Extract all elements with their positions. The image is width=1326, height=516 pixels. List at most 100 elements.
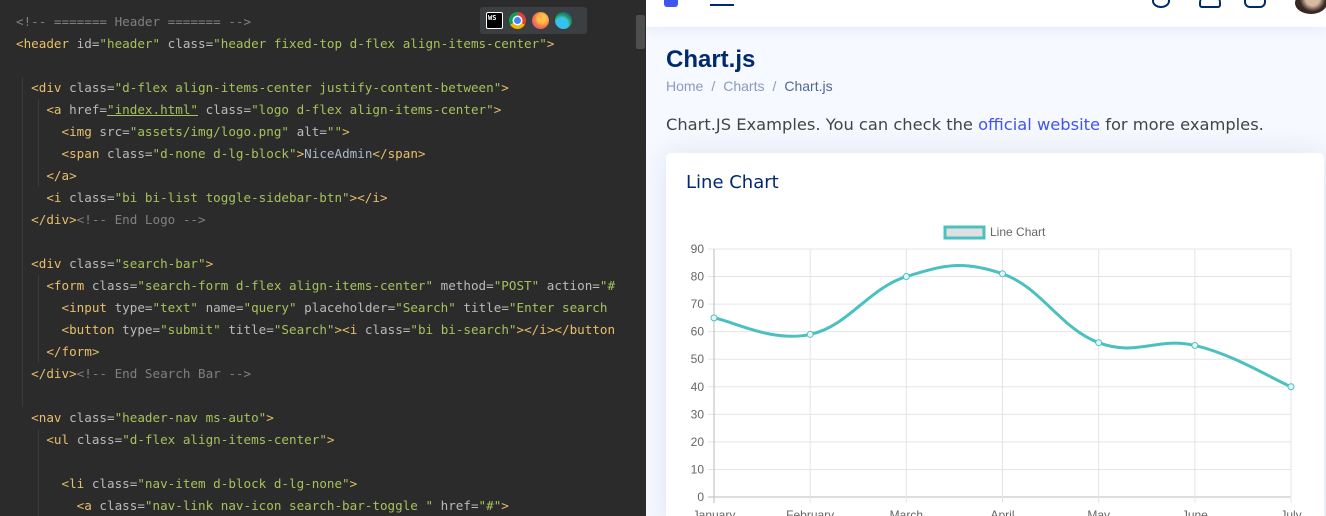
data-point <box>806 330 814 338</box>
code-token: class= <box>91 278 138 293</box>
code-token: class= <box>198 102 252 117</box>
y-tick-label: 0 <box>697 490 704 504</box>
breadcrumb-charts[interactable]: Charts <box>723 78 764 94</box>
y-tick-label: 50 <box>691 352 705 366</box>
code-token: "search-bar" <box>114 256 206 271</box>
code-token: <i <box>46 190 70 205</box>
code-token: "text" <box>152 300 199 315</box>
logo-icon[interactable] <box>664 0 678 7</box>
intro-text: Chart.JS Examples. You can check the off… <box>666 115 1264 134</box>
code-token: action= <box>539 278 600 293</box>
card-title: Line Chart <box>686 172 779 193</box>
code-token: "" <box>326 124 343 139</box>
line-chart[interactable]: 0 10 20 30 40 50 60 70 80 90 January February March A… <box>666 213 1324 516</box>
edge-icon[interactable] <box>555 12 572 29</box>
code-token: > <box>493 102 502 117</box>
code-token: > <box>546 36 555 51</box>
code-token: > <box>349 476 358 491</box>
code-token: <a <box>76 498 100 513</box>
code-token: "submit" <box>160 322 221 337</box>
x-tick-label: April <box>990 508 1014 516</box>
code-token: class= <box>91 476 138 491</box>
code-token: name= <box>198 300 244 315</box>
breadcrumb: Home / Charts / Chart.js <box>666 78 833 94</box>
code-line: <li class="nav-item d-block d-lg-none"> <box>16 473 358 495</box>
bell-icon[interactable] <box>1199 0 1221 8</box>
code-token: "bi bi-list toggle-sidebar-btn" <box>114 190 350 205</box>
code-token: "assets/img/logo.png" <box>129 124 289 139</box>
code-line: </div><!-- End Logo --> <box>16 209 205 231</box>
breadcrumb-home[interactable]: Home <box>666 78 703 94</box>
code-token: > <box>501 80 509 95</box>
code-token: </span> <box>372 146 426 161</box>
code-token: > <box>205 256 214 271</box>
chat-icon[interactable] <box>1244 0 1266 8</box>
x-tick-label: March <box>890 508 923 516</box>
code-token: <nav <box>31 410 70 425</box>
indent-guide <box>38 275 39 363</box>
code-line: <div class="search-bar"> <box>16 253 213 275</box>
code-token: <li <box>61 476 92 491</box>
x-tick-label: February <box>786 508 834 516</box>
breadcrumb-current: Chart.js <box>784 78 833 94</box>
x-tick-label: June <box>1182 508 1208 516</box>
code-token: class= <box>69 256 115 271</box>
code-token: "POST" <box>493 278 540 293</box>
site-header <box>646 0 1326 27</box>
code-editor[interactable]: <!-- ======= Header ======= --> <header i… <box>0 0 646 516</box>
code-token: <button <box>61 322 123 337</box>
intro-before: Chart.JS Examples. You can check the <box>666 115 979 134</box>
y-tick-label: 90 <box>691 242 705 256</box>
y-tick-label: 60 <box>691 325 705 339</box>
code-token: title= <box>220 322 274 337</box>
code-token: alt= <box>289 124 327 139</box>
code-line: <div class="d-flex align-items-center ju… <box>16 77 509 99</box>
indent-guide <box>38 99 39 187</box>
editor-scrollbar[interactable] <box>636 15 645 49</box>
chrome-icon[interactable] <box>509 12 526 29</box>
code-token: "# <box>599 278 616 293</box>
browser-viewport: Chart.js Home / Charts / Chart.js Chart.… <box>646 0 1326 516</box>
code-line: </form> <box>16 341 99 363</box>
menu-toggle-icon[interactable] <box>710 4 734 6</box>
code-line: <a href="index.html" class="logo d-flex … <box>16 99 501 121</box>
code-token: class= <box>69 80 115 95</box>
code-token: <!-- End Search Bar --> <box>76 366 252 381</box>
code-token: <span <box>61 146 107 161</box>
avatar[interactable] <box>1295 0 1326 14</box>
code-token: </div> <box>31 366 77 381</box>
code-token: ></i> <box>349 190 388 205</box>
code-token: <header <box>16 36 77 51</box>
code-line: <button type="submit" title="Search"><i … <box>16 319 616 341</box>
code-token: <form <box>46 278 92 293</box>
code-token: </div> <box>31 212 77 227</box>
official-website-link[interactable]: official website <box>978 115 1100 134</box>
code-token: "d-none d-lg-block" <box>152 146 297 161</box>
y-tick-label: 30 <box>691 407 705 421</box>
code-token: class= <box>76 432 123 447</box>
code-line: <input type="text" name="query" placehol… <box>16 297 608 319</box>
code-token: class= <box>364 322 411 337</box>
code-token: <input <box>61 300 115 315</box>
code-token: > <box>501 498 509 513</box>
code-token: href= <box>69 102 108 117</box>
search-icon[interactable] <box>1152 0 1170 8</box>
code-token: <i <box>342 322 365 337</box>
y-tick-label: 80 <box>691 270 705 284</box>
legend-swatch <box>943 225 986 240</box>
firefox-icon[interactable] <box>532 12 549 29</box>
code-token: "d-flex align-items-center justify-conte… <box>114 80 502 95</box>
line-chart-card: Line Chart 0 10 20 30 40 50 60 70 80 90 January Feb… <box>666 153 1324 516</box>
x-tick-label: July <box>1280 508 1301 516</box>
code-line: <ul class="d-flex align-items-center"> <box>16 429 334 451</box>
code-line: <header id="header" class="header fixed-… <box>16 33 554 55</box>
code-line: <img src="assets/img/logo.png" alt=""> <box>16 121 350 143</box>
webstorm-icon[interactable]: WS <box>486 12 503 29</box>
